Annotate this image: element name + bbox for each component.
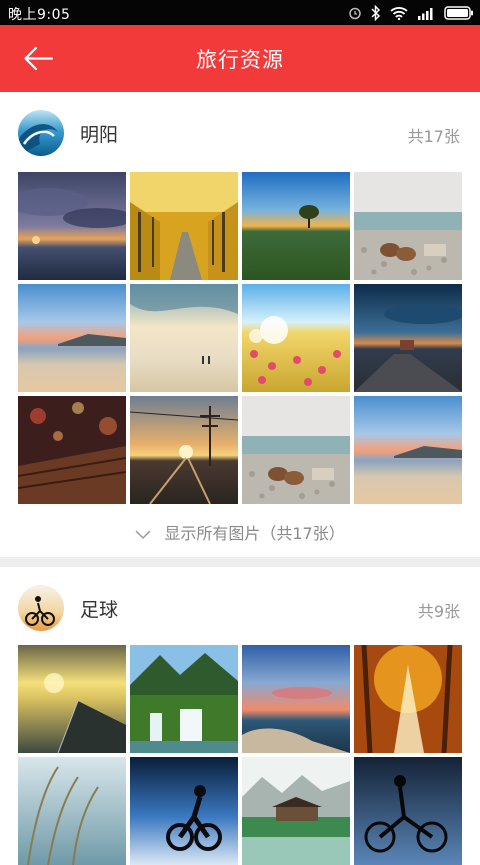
photo-thumbnail[interactable] bbox=[242, 757, 350, 865]
chevron-down-icon bbox=[135, 529, 151, 539]
photo-thumbnail[interactable] bbox=[18, 645, 126, 753]
photo-grid bbox=[18, 172, 462, 504]
photo-thumbnail[interactable] bbox=[354, 396, 462, 504]
photo-grid bbox=[18, 645, 462, 865]
photo-thumbnail[interactable] bbox=[242, 645, 350, 753]
photo-thumbnail[interactable] bbox=[18, 396, 126, 504]
photo-thumbnail[interactable] bbox=[130, 284, 238, 392]
album-section-football: 足球 共9张 bbox=[0, 567, 480, 865]
photo-thumbnail[interactable] bbox=[354, 284, 462, 392]
avatar[interactable] bbox=[18, 585, 64, 631]
photo-thumbnail[interactable] bbox=[18, 284, 126, 392]
signal-icon bbox=[417, 6, 435, 20]
photo-thumbnail[interactable] bbox=[242, 284, 350, 392]
status-bar: 晚上9:05 bbox=[0, 0, 480, 25]
section-divider bbox=[0, 557, 480, 567]
show-all-photos-button[interactable]: 显示所有图片（共17张） bbox=[0, 520, 480, 544]
photo-count: 共9张 bbox=[417, 602, 460, 621]
bluetooth-icon bbox=[371, 5, 381, 21]
album-owner-name: 足球 bbox=[80, 599, 119, 621]
wifi-icon bbox=[390, 6, 408, 20]
album-section-mingyang: 明阳 共17张 显示所有图片（共17张） bbox=[0, 92, 480, 557]
app-bar: 旅行资源 bbox=[0, 25, 480, 92]
photo-thumbnail[interactable] bbox=[130, 757, 238, 865]
show-all-label: 显示所有图片（共17张） bbox=[164, 524, 345, 543]
photo-thumbnail[interactable] bbox=[242, 396, 350, 504]
photo-thumbnail[interactable] bbox=[130, 645, 238, 753]
status-icons bbox=[348, 4, 474, 22]
photo-thumbnail[interactable] bbox=[354, 172, 462, 280]
photo-thumbnail[interactable] bbox=[130, 172, 238, 280]
photo-thumbnail[interactable] bbox=[18, 757, 126, 865]
photo-thumbnail[interactable] bbox=[242, 172, 350, 280]
battery-icon bbox=[444, 6, 474, 20]
alarm-icon bbox=[348, 6, 362, 20]
photo-thumbnail[interactable] bbox=[18, 172, 126, 280]
avatar[interactable] bbox=[18, 110, 64, 156]
album-owner-name: 明阳 bbox=[80, 124, 119, 146]
photo-thumbnail[interactable] bbox=[354, 645, 462, 753]
page-title: 旅行资源 bbox=[196, 48, 284, 72]
status-time: 晚上9:05 bbox=[8, 7, 71, 23]
photo-thumbnail[interactable] bbox=[130, 396, 238, 504]
photo-count: 共17张 bbox=[407, 127, 460, 146]
photo-thumbnail[interactable] bbox=[354, 757, 462, 865]
